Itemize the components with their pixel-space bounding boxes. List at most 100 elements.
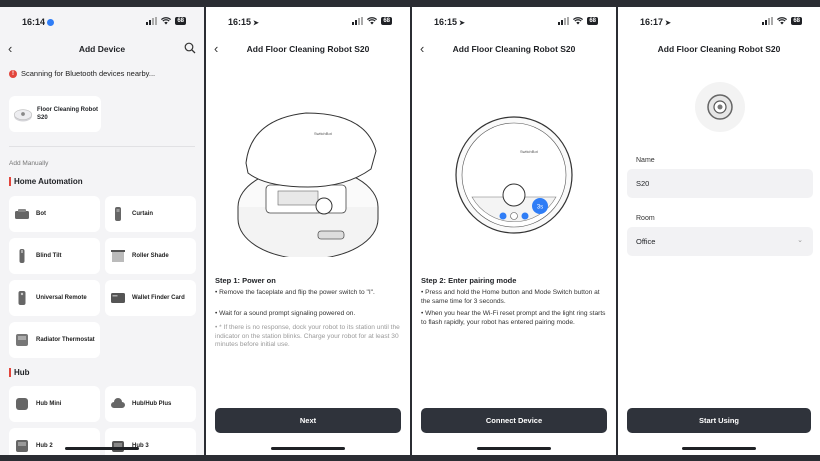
signal-icon <box>558 17 570 25</box>
device-card-bot[interactable]: Bot <box>9 196 100 232</box>
nav-bar: ‹ Add Device <box>0 41 204 57</box>
nav-bar: ‹ Add Floor Cleaning Robot S20 <box>412 41 616 57</box>
status-time: 16:15 ➤ <box>434 17 465 27</box>
hub-3-device-icon <box>112 441 124 452</box>
name-field[interactable]: S20 <box>627 169 813 198</box>
name-value: S20 <box>636 179 650 188</box>
device-card-hub-2[interactable]: Hub 2 <box>9 428 100 455</box>
remote-device-icon <box>18 291 26 305</box>
device-label: Hub Mini <box>36 401 62 407</box>
room-value: Office <box>636 237 656 246</box>
hub-2-device-icon <box>16 440 28 452</box>
alert-icon: ! <box>9 69 17 78</box>
status-bar: 16:15 ➤ 68 <box>412 15 616 29</box>
device-card-blind-tilt[interactable]: Blind Tilt <box>9 238 100 274</box>
bottom-frame <box>0 455 820 461</box>
found-device-card[interactable]: Floor Cleaning Robot S20 <box>9 96 101 132</box>
battery-icon: 68 <box>791 17 802 25</box>
instruction-1: • Press and hold the Home button and Mod… <box>421 289 600 305</box>
cloud-hub-icon <box>111 398 125 408</box>
device-label: Blind Tilt <box>36 253 62 259</box>
scan-text: Scanning for Bluetooth devices nearby... <box>21 69 156 78</box>
status-time: 16:17 ➤ <box>640 17 671 27</box>
name-label: Name <box>636 157 655 164</box>
connect-device-button[interactable]: Connect Device <box>421 408 607 433</box>
robot-faceplate-illustration: SwitchBot <box>237 112 379 257</box>
chevron-down-icon: ⌄ <box>797 237 803 244</box>
section-title: Home Automation <box>14 177 83 186</box>
next-button[interactable]: Next <box>215 408 401 433</box>
location-arrow-icon: ➤ <box>459 20 465 27</box>
wifi-icon <box>367 17 378 25</box>
instruction-1: • Remove the faceplate and flip the powe… <box>215 289 375 296</box>
bot-device-icon <box>15 209 29 219</box>
device-card-hub-plus[interactable]: Hub/Hub Plus <box>105 386 196 422</box>
device-label: Universal Remote <box>36 295 87 301</box>
page-title: Add Floor Cleaning Robot S20 <box>452 44 576 54</box>
battery-icon: 68 <box>587 17 598 25</box>
section-accent-bar <box>9 368 11 377</box>
device-label: Radiator Thermostat <box>36 337 95 343</box>
home-indicator <box>477 447 551 450</box>
page-title: Add Device <box>78 44 126 54</box>
add-manually-label: Add Manually <box>9 160 49 167</box>
pairing-mode-step-screen: 16:15 ➤ 68 ‹ Add Floor Cleaning Robot S20… <box>412 7 616 455</box>
device-card-wallet-finder[interactable]: Wallet Finder Card <box>105 280 196 316</box>
instruction-2: • When you hear the Wi-Fi reset prompt a… <box>421 310 606 326</box>
brand-logo: SwitchBot <box>314 131 333 136</box>
robot-top-view-illustration: SwitchBot 3s <box>455 116 573 234</box>
robot-vacuum-icon <box>707 94 733 120</box>
power-on-step-screen: 16:15 ➤ 68 ‹ Add Floor Cleaning Robot S20… <box>206 7 410 455</box>
section-accent-bar <box>9 177 11 186</box>
roller-shade-device-icon <box>111 250 125 262</box>
section-hub: Hub <box>9 368 30 377</box>
device-label: Curtain <box>132 211 153 217</box>
device-label: Roller Shade <box>132 253 169 259</box>
device-avatar <box>695 82 745 132</box>
device-label: Hub 2 <box>36 443 53 449</box>
device-label: Bot <box>36 211 46 217</box>
signal-icon <box>352 17 364 25</box>
page-title: Add Floor Cleaning Robot S20 <box>246 44 370 54</box>
device-card-hub-mini[interactable]: Hub Mini <box>9 386 100 422</box>
press-duration-badge: 3s <box>537 205 543 211</box>
section-title: Hub <box>14 368 30 377</box>
home-indicator <box>271 447 345 450</box>
signal-icon <box>762 17 774 25</box>
status-time: 16:15 ➤ <box>228 17 259 27</box>
add-device-screen: 16:14 68 ‹ Add Device ! Scanning for Blu… <box>0 7 204 455</box>
top-frame <box>0 0 820 7</box>
battery-icon: 68 <box>175 17 186 25</box>
device-card-hub-3[interactable]: Hub 3 <box>105 428 196 455</box>
found-device-name: Floor Cleaning Robot S20 <box>37 107 98 121</box>
status-bar: 16:14 68 <box>0 15 204 29</box>
device-card-roller-shade[interactable]: Roller Shade <box>105 238 196 274</box>
status-time: 16:14 <box>22 17 55 27</box>
location-arrow-icon: ➤ <box>665 20 671 27</box>
wallet-card-device-icon <box>111 293 125 303</box>
device-card-universal-remote[interactable]: Universal Remote <box>9 280 100 316</box>
device-label: Hub/Hub Plus <box>132 401 172 407</box>
brand-logo: SwitchBot <box>520 149 539 154</box>
signal-icon <box>146 17 158 25</box>
location-dot-icon <box>47 19 55 26</box>
start-using-button[interactable]: Start Using <box>627 408 811 433</box>
room-select[interactable]: Office ⌄ <box>627 227 813 256</box>
device-card-curtain[interactable]: Curtain <box>105 196 196 232</box>
search-icon[interactable] <box>184 42 196 54</box>
device-card-radiator-thermostat[interactable]: Radiator Thermostat <box>9 322 100 358</box>
step-title: Step 1: Power on <box>215 276 276 285</box>
status-bar: 16:17 ➤ 68 <box>618 15 820 29</box>
robot-vacuum-icon <box>13 109 33 122</box>
device-label: Wallet Finder Card <box>132 295 185 301</box>
instruction-note: • * If there is no response, dock your r… <box>215 324 400 348</box>
blind-tilt-device-icon <box>19 249 25 263</box>
wifi-icon <box>161 17 172 25</box>
battery-icon: 68 <box>381 17 392 25</box>
location-arrow-icon: ➤ <box>253 20 259 27</box>
section-home-automation: Home Automation <box>9 177 83 186</box>
page-title: Add Floor Cleaning Robot S20 <box>657 44 781 54</box>
curtain-device-icon <box>115 207 121 221</box>
hub-mini-device-icon <box>16 398 28 410</box>
bluetooth-scan-status: ! Scanning for Bluetooth devices nearby.… <box>9 69 155 78</box>
